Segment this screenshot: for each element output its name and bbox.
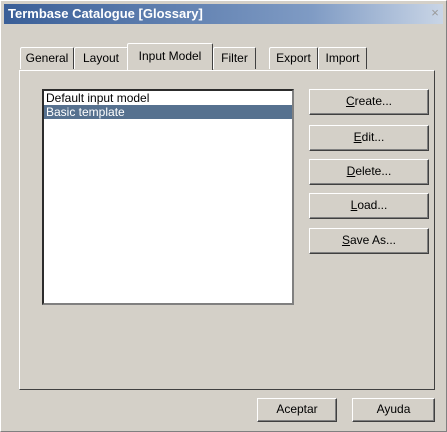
tab-layout[interactable]: Layout bbox=[74, 47, 128, 69]
list-item[interactable]: Default input model bbox=[44, 91, 292, 105]
help-button[interactable]: Ayuda bbox=[352, 398, 435, 422]
input-model-list[interactable]: Default input model Basic template bbox=[42, 89, 294, 305]
close-icon[interactable]: × bbox=[427, 5, 443, 21]
load-button[interactable]: Load... bbox=[309, 193, 429, 219]
list-item[interactable]: Basic template bbox=[44, 105, 292, 119]
tab-import[interactable]: Import bbox=[318, 47, 367, 69]
delete-button[interactable]: Delete... bbox=[309, 159, 429, 185]
window-title: Termbase Catalogue [Glossary] bbox=[8, 6, 203, 21]
title-bar[interactable]: Termbase Catalogue [Glossary] × bbox=[4, 4, 443, 24]
tab-general[interactable]: General bbox=[20, 47, 74, 69]
tab-filter[interactable]: Filter bbox=[213, 47, 256, 69]
ok-button[interactable]: Aceptar bbox=[257, 398, 337, 422]
termbase-catalogue-dialog: Termbase Catalogue [Glossary] × General … bbox=[0, 0, 447, 432]
create-button[interactable]: Create... bbox=[309, 89, 429, 115]
tab-input-model[interactable]: Input Model bbox=[127, 43, 213, 70]
save-as-button[interactable]: Save As... bbox=[309, 228, 429, 254]
tab-export[interactable]: Export bbox=[269, 47, 318, 69]
edit-button[interactable]: Edit... bbox=[309, 125, 429, 151]
